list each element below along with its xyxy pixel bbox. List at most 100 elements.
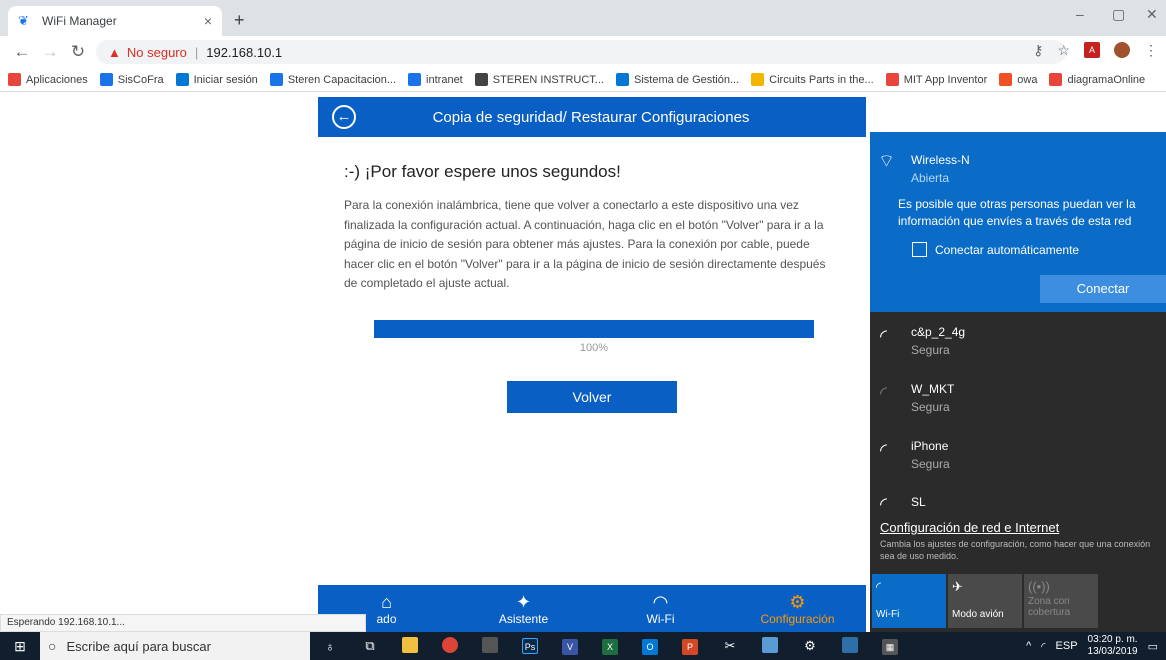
bookmark-item[interactable]: Circuits Parts in the...	[751, 73, 874, 86]
menu-icon[interactable]: ⋮	[1144, 42, 1158, 59]
address-bar[interactable]: ▲ No seguro | 192.168.10.1	[96, 40, 1066, 64]
bookmark-item[interactable]: Steren Capacitacion...	[269, 73, 396, 86]
notes-icon[interactable]	[750, 636, 790, 656]
bookmark-label: intranet	[426, 73, 463, 86]
bookmark-item[interactable]: STEREN INSTRUCT...	[474, 73, 604, 86]
checkbox-box[interactable]	[912, 242, 927, 257]
network-name: SL	[911, 495, 926, 509]
chrome-icon[interactable]	[430, 636, 470, 656]
bookmark-favicon-icon	[408, 73, 422, 86]
quick-action-airplane[interactable]: ✈ Modo avión	[948, 574, 1022, 628]
star-icon[interactable]: ☆	[1057, 42, 1070, 59]
network-selected[interactable]: ⌔ Wireless-N Abierta Es posible que otra…	[870, 132, 1166, 312]
photoshop-icon[interactable]: Ps	[510, 638, 550, 654]
bookmark-label: Iniciar sesión	[193, 73, 258, 86]
airplane-icon: ✈	[952, 579, 963, 594]
bookmark-favicon-icon	[269, 73, 283, 86]
app-icon[interactable]	[470, 636, 510, 656]
bookmark-favicon-icon	[175, 73, 189, 86]
powerpoint-icon[interactable]: P	[670, 638, 710, 655]
tab-close-icon[interactable]: ×	[204, 13, 212, 29]
calculator-icon[interactable]: ▦	[870, 638, 910, 655]
key-icon[interactable]: ⚷	[1033, 42, 1043, 59]
clock-date: 13/03/2019	[1087, 646, 1138, 657]
tab-wifi-manager[interactable]: ❦ WiFi Manager ×	[8, 6, 222, 36]
bookmark-favicon-icon	[1049, 73, 1063, 86]
bookmark-label: owa	[1017, 73, 1038, 86]
status-bar: Esperando 192.168.10.1...	[0, 614, 366, 632]
nav-item-wifi[interactable]: ◠ Wi-Fi	[592, 585, 729, 632]
quick-action-label: Modo avión	[952, 609, 1004, 620]
nav-item-asistente[interactable]: ✦ Asistente	[455, 585, 592, 632]
bookmark-favicon-icon	[8, 73, 21, 86]
nav-label: Wi-Fi	[646, 611, 675, 626]
progress-bar	[374, 320, 814, 338]
task-view-icon[interactable]: ⧉	[350, 638, 390, 654]
network-status: Abierta	[911, 171, 950, 185]
bookmark-item[interactable]: MIT App Inventor	[885, 73, 988, 86]
bookmark-favicon-icon	[885, 73, 899, 86]
microphone-icon[interactable]: ♁	[310, 639, 350, 654]
snipping-tool-icon[interactable]: ✂	[710, 638, 750, 654]
close-window-button[interactable]: ✕	[1146, 6, 1158, 23]
windows-start-icon[interactable]: ⊞	[0, 638, 40, 655]
file-explorer-icon[interactable]	[390, 636, 430, 656]
wifi-icon: ◠	[652, 591, 669, 612]
visio-icon[interactable]: V	[550, 638, 590, 655]
excel-icon[interactable]: X	[590, 638, 630, 655]
nav-item-configuracion[interactable]: ⚙ Configuración	[729, 585, 866, 632]
bookmark-item[interactable]: Aplicaciones	[8, 73, 88, 86]
network-settings-description: Cambia los ajustes de configuración, com…	[880, 539, 1151, 561]
bookmark-label: MIT App Inventor	[903, 73, 988, 86]
minimize-button[interactable]: –	[1076, 6, 1084, 22]
taskbar: ⊞ ○ Escribe aquí para buscar ♁ ⧉ Ps V X …	[0, 632, 1166, 660]
divider: |	[194, 44, 199, 60]
quick-action-hotspot[interactable]: ((•)) Zona con cobertura	[1024, 574, 1098, 628]
bookmark-item[interactable]: SisCoFra	[99, 73, 164, 86]
settings-icon[interactable]: ⚙	[790, 638, 830, 654]
tab-strip: ❦ WiFi Manager × + – ▢ ✕	[0, 0, 1166, 36]
progress-fill	[374, 320, 814, 338]
forward-arrow-icon[interactable]: →	[36, 42, 64, 62]
wifi-secure-icon: ◜	[880, 440, 887, 460]
bookmark-item[interactable]: owa	[999, 73, 1037, 86]
bookmark-item[interactable]: diagramaOnline	[1049, 73, 1145, 86]
progress-label: 100%	[579, 342, 609, 354]
profile-avatar[interactable]	[1114, 42, 1130, 58]
network-warning: Es posible que otras personas puedan ver…	[898, 197, 1136, 228]
chevron-up-icon[interactable]: ^	[1026, 640, 1031, 652]
wifi-secure-icon: ◜	[880, 383, 887, 403]
maximize-button[interactable]: ▢	[1112, 6, 1125, 23]
new-tab-button[interactable]: +	[234, 10, 245, 31]
clock[interactable]: 03:20 p. m. 13/03/2019	[1088, 634, 1138, 658]
language-indicator[interactable]: ESP	[1056, 640, 1078, 652]
bookmark-label: Aplicaciones	[26, 73, 88, 86]
connect-button[interactable]: Conectar	[1040, 275, 1166, 303]
back-arrow-icon[interactable]: ←	[8, 42, 36, 62]
outlook-icon[interactable]: O	[630, 638, 670, 655]
network-name: c&p_2_4g	[911, 325, 966, 339]
volver-button[interactable]: Volver	[507, 381, 677, 413]
auto-connect-checkbox[interactable]: Conectar automáticamente	[912, 242, 1079, 257]
bookmark-item[interactable]: intranet	[408, 73, 463, 86]
pdf-extension-icon[interactable]: A	[1084, 42, 1100, 58]
wait-heading: :-) ¡Por favor espere unos segundos!	[344, 162, 621, 181]
wifi-favicon-icon: ❦	[18, 13, 29, 28]
reload-icon[interactable]: ↻	[64, 42, 92, 62]
bookmark-favicon-icon	[615, 73, 629, 86]
taskbar-search[interactable]: ○ Escribe aquí para buscar	[40, 632, 310, 660]
bookmark-item[interactable]: Sistema de Gestión...	[615, 73, 739, 86]
bookmark-item[interactable]: Iniciar sesión	[175, 73, 258, 86]
browser-toolbar: ← → ↻ ▲ No seguro | 192.168.10.1 ⚷ ☆ A ⋮	[0, 36, 1166, 68]
back-circle-icon[interactable]: ←	[332, 105, 356, 129]
notifications-icon[interactable]: ▭	[1148, 640, 1158, 653]
quick-action-label: Zona con cobertura	[1028, 596, 1071, 618]
security-label[interactable]: No seguro	[127, 45, 187, 60]
bookmark-favicon-icon	[999, 73, 1013, 86]
network-status: Segura	[911, 457, 950, 471]
wifi-tray-icon[interactable]: ◜	[1041, 640, 1045, 653]
search-placeholder: Escribe aquí para buscar	[66, 638, 211, 654]
quick-action-wifi[interactable]: ◜ Wi-Fi	[872, 574, 946, 628]
network-settings-link[interactable]: Configuración de red e Internet	[880, 520, 1059, 535]
photos-icon[interactable]	[830, 636, 870, 656]
